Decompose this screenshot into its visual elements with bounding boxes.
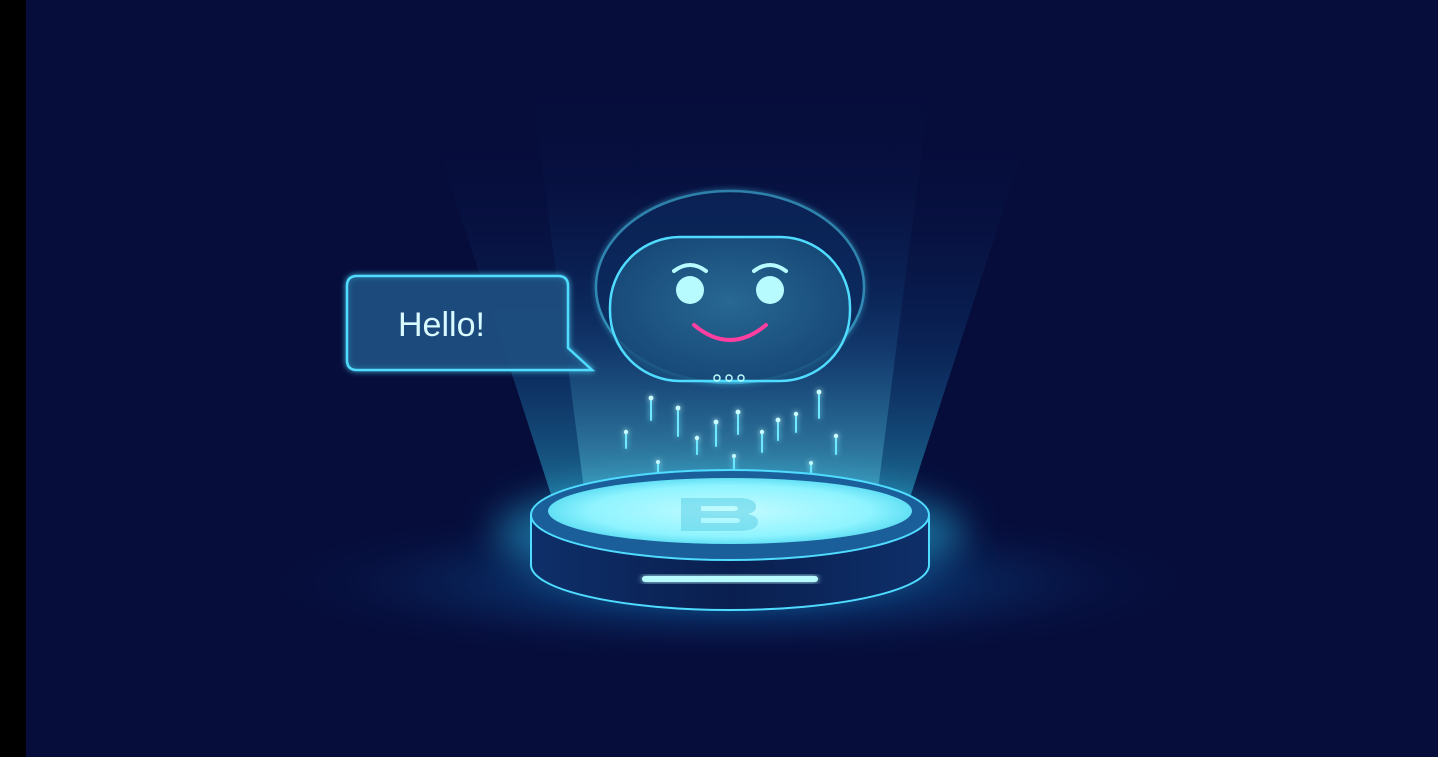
right-eye: [756, 276, 784, 304]
robot-head-icon: [594, 189, 866, 385]
hologram-scene: Hello!: [26, 0, 1438, 757]
speech-bubble: Hello!: [345, 274, 596, 372]
illustration-canvas: Hello!: [0, 0, 1438, 757]
speech-bubble-text: Hello!: [398, 306, 485, 344]
letter-b-logo: [681, 498, 758, 531]
hologram-projector: [494, 469, 966, 611]
left-eye: [676, 276, 704, 304]
platform-light-strip: [642, 576, 818, 582]
